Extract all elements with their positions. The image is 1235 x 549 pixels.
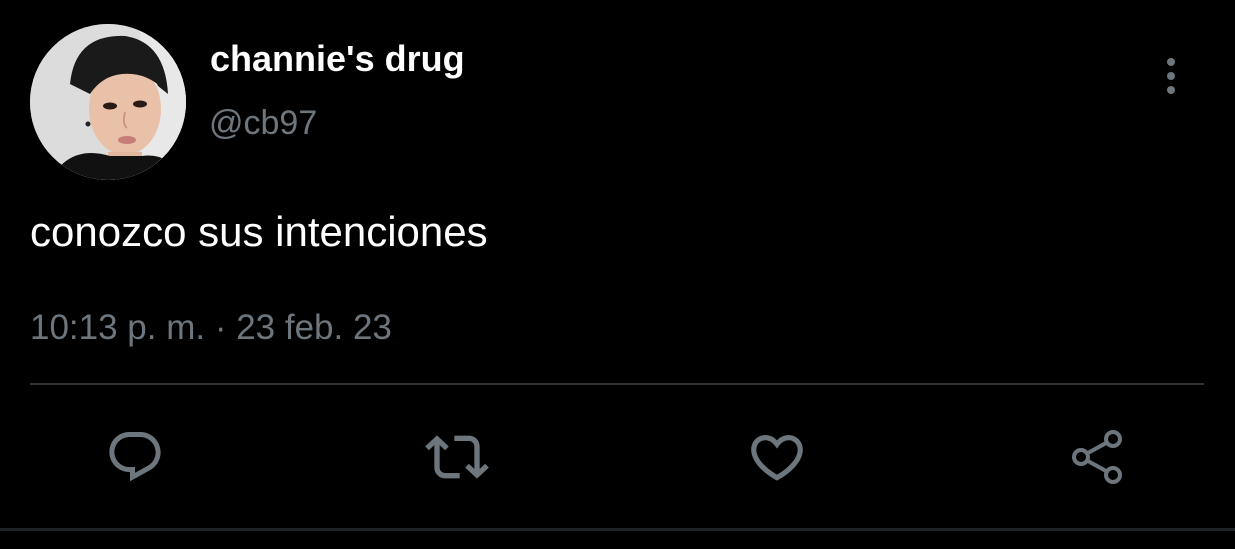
divider xyxy=(30,383,1204,385)
display-name[interactable]: channie's drug xyxy=(210,38,465,80)
more-vertical-icon[interactable] xyxy=(1156,52,1186,100)
reply-button[interactable] xyxy=(103,425,167,489)
tweet-card: channie's drug @cb97 conozco sus intenci… xyxy=(0,0,1235,549)
tweet-timestamp[interactable]: 10:13 p. m. · 23 feb. 23 xyxy=(30,308,392,348)
reply-icon xyxy=(109,432,161,482)
tweet-text: conozco sus intenciones xyxy=(30,208,488,255)
bottom-divider xyxy=(0,528,1235,531)
like-button[interactable] xyxy=(745,425,809,489)
avatar-image xyxy=(30,24,186,180)
share-icon xyxy=(1072,430,1122,484)
user-handle[interactable]: @cb97 xyxy=(209,104,317,143)
heart-icon xyxy=(751,435,803,481)
retweet-icon xyxy=(425,435,489,479)
share-button[interactable] xyxy=(1067,425,1131,489)
avatar[interactable] xyxy=(30,24,186,180)
retweet-button[interactable] xyxy=(425,425,489,489)
